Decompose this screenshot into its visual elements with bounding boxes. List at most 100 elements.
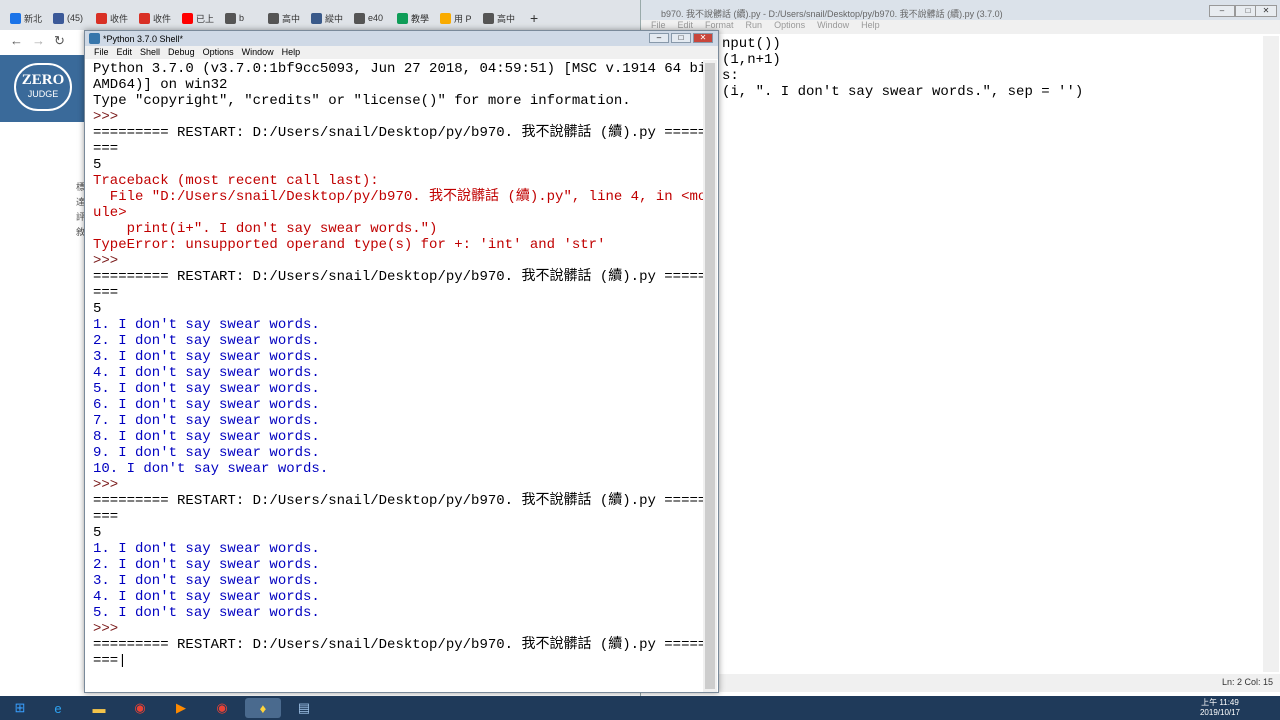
shell-line: 8. I don't say swear words. <box>93 429 320 445</box>
shell-line: ule> <box>93 205 127 221</box>
shell-close-button[interactable]: ✕ <box>693 33 713 43</box>
editor-close-button[interactable]: ✕ <box>1255 5 1277 17</box>
code-line: (1,n+1) <box>722 52 781 68</box>
shell-line: ========= RESTART: D:/Users/snail/Deskto… <box>93 637 705 653</box>
reload-icon[interactable]: ↻ <box>54 33 65 49</box>
shell-menu-debug[interactable]: Debug <box>168 47 195 57</box>
editor-menu-help[interactable]: Help <box>861 20 880 30</box>
shell-line: ========= RESTART: D:/Users/snail/Deskto… <box>93 269 705 285</box>
editor-minimize-button[interactable]: – <box>1209 5 1235 17</box>
grid-icon <box>311 12 322 24</box>
shell-line: 10. I don't say swear words. <box>93 461 329 477</box>
shell-line: >>> <box>93 253 127 269</box>
back-icon[interactable]: ← <box>10 33 23 48</box>
shell-menu-help[interactable]: Help <box>282 47 301 57</box>
shell-minimize-button[interactable]: – <box>649 33 669 43</box>
browser-tab[interactable]: e40 <box>354 8 394 28</box>
shell-line: >>> <box>93 109 127 125</box>
youtube-icon <box>182 12 193 24</box>
shell-line: 5. I don't say swear words. <box>93 605 320 621</box>
python-icon <box>89 33 100 44</box>
page-icon <box>483 12 494 24</box>
shell-line: 4. I don't say swear words. <box>93 589 320 605</box>
shell-line: >>> <box>93 477 127 493</box>
page-icon <box>225 12 236 24</box>
clock-time: 上午 11:49 <box>1201 698 1239 707</box>
shell-line: Python 3.7.0 (v3.7.0:1bf9cc5093, Jun 27 … <box>93 61 705 77</box>
editor-menu-format[interactable]: Format <box>705 20 734 30</box>
zerojudge-logo[interactable]: ZERO JUDGE <box>14 63 72 111</box>
browser-tab[interactable]: 高中 <box>483 8 523 28</box>
code-line: nput()) <box>722 36 781 52</box>
editor-menu-bar: File Edit Format Run Options Window Help <box>641 20 1280 34</box>
shell-line: 9. I don't say swear words. <box>93 445 320 461</box>
browser-tab-label: 收件 <box>153 13 172 24</box>
shell-menu-file[interactable]: File <box>94 47 109 57</box>
browser-tab[interactable]: 已上 <box>182 8 222 28</box>
browser-tab[interactable]: (45) <box>53 8 93 28</box>
page-icon <box>268 12 279 24</box>
shell-menu-edit[interactable]: Edit <box>117 47 133 57</box>
media-player-icon[interactable]: ▶ <box>163 698 199 718</box>
editor-code-area[interactable]: nput()) (1,n+1) s: (i, ". I don't say swear… <box>722 36 1262 666</box>
shell-line: 6. I don't say swear words. <box>93 397 320 413</box>
browser-tab[interactable]: 用 P <box>440 8 480 28</box>
shell-title-bar: *Python 3.7.0 Shell* – □ ✕ <box>85 31 718 46</box>
shell-menu-options[interactable]: Options <box>203 47 234 57</box>
chrome-icon[interactable]: ◉ <box>204 698 240 718</box>
notepad-icon[interactable]: ▤ <box>286 698 322 718</box>
editor-menu-window[interactable]: Window <box>817 20 849 30</box>
shell-maximize-button[interactable]: □ <box>671 33 691 43</box>
browser-tab[interactable]: 教學 <box>397 8 437 28</box>
chrome-icon[interactable]: ◉ <box>122 698 158 718</box>
editor-menu-run[interactable]: Run <box>746 20 763 30</box>
shell-scroll-thumb[interactable] <box>705 63 715 689</box>
shell-line: 1. I don't say swear words. <box>93 317 320 333</box>
browser-tab[interactable]: 高中 <box>268 8 308 28</box>
browser-tab[interactable]: 縱中 <box>311 8 351 28</box>
shell-line: ========= RESTART: D:/Users/snail/Deskto… <box>93 125 705 141</box>
taskbar: ⊞ e ▬ ◉ ▶ ◉ ♦ ▤ 上午 11:49 2019/10/17 <box>0 696 1280 720</box>
browser-tab[interactable]: 收件 <box>139 8 179 28</box>
forward-icon[interactable]: → <box>32 33 45 48</box>
code-line: s: <box>722 68 739 84</box>
shell-menu-window[interactable]: Window <box>242 47 274 57</box>
shell-output[interactable]: Python 3.7.0 (v3.7.0:1bf9cc5093, Jun 27 … <box>93 61 705 691</box>
editor-menu-edit[interactable]: Edit <box>678 20 694 30</box>
python-icon[interactable]: ♦ <box>245 698 281 718</box>
shell-line: TypeError: unsupported operand type(s) f… <box>93 237 606 253</box>
browser-tab[interactable]: b <box>225 8 265 28</box>
shell-line: Type "copyright", "credits" or "license(… <box>93 93 631 109</box>
shell-line: 5 <box>93 525 102 541</box>
browser-tab-bar: 新北 (45) 收件 收件 已上 b 高中 縱中 e40 教學 用 P 高中 + <box>0 0 640 33</box>
calendar-icon <box>10 12 21 24</box>
shell-line: Traceback (most recent call last): <box>93 173 379 189</box>
system-clock[interactable]: 上午 11:49 2019/10/17 <box>1190 696 1250 720</box>
code-line: (i, ". I don't say swear words.", sep = … <box>722 84 1084 100</box>
slides-icon <box>440 12 451 24</box>
shell-menu-shell[interactable]: Shell <box>140 47 160 57</box>
shell-title: *Python 3.7.0 Shell* <box>103 34 184 44</box>
shell-line: 1. I don't say swear words. <box>93 541 320 557</box>
ie-icon[interactable]: e <box>40 698 76 718</box>
shell-line: File "D:/Users/snail/Desktop/py/b970. 我不… <box>93 189 705 205</box>
browser-tab-label: e40 <box>368 13 384 23</box>
new-tab-button[interactable]: + <box>530 8 538 28</box>
shell-line: print(i+". I don't say swear words.") <box>93 221 438 237</box>
shell-line: >>> <box>93 621 127 637</box>
editor-menu-file[interactable]: File <box>651 20 666 30</box>
python-shell-window: *Python 3.7.0 Shell* – □ ✕ File Edit Shell… <box>84 30 719 693</box>
shell-line: === <box>93 509 119 525</box>
browser-tab-label: 縱中 <box>325 13 344 24</box>
windows-start-icon[interactable]: ⊞ <box>2 698 38 718</box>
editor-menu-options[interactable]: Options <box>774 20 805 30</box>
browser-tab[interactable]: 收件 <box>96 8 136 28</box>
browser-tab[interactable]: 新北 <box>10 8 50 28</box>
editor-scrollbar[interactable] <box>1263 36 1279 672</box>
browser-tab-label: 已上 <box>196 13 215 24</box>
explorer-icon[interactable]: ▬ <box>81 698 117 718</box>
gmail-icon <box>96 12 107 24</box>
zerojudge-banner: ZERO JUDGE <box>0 55 85 122</box>
drive-icon <box>397 12 408 24</box>
browser-tab-label: 教學 <box>411 13 430 24</box>
